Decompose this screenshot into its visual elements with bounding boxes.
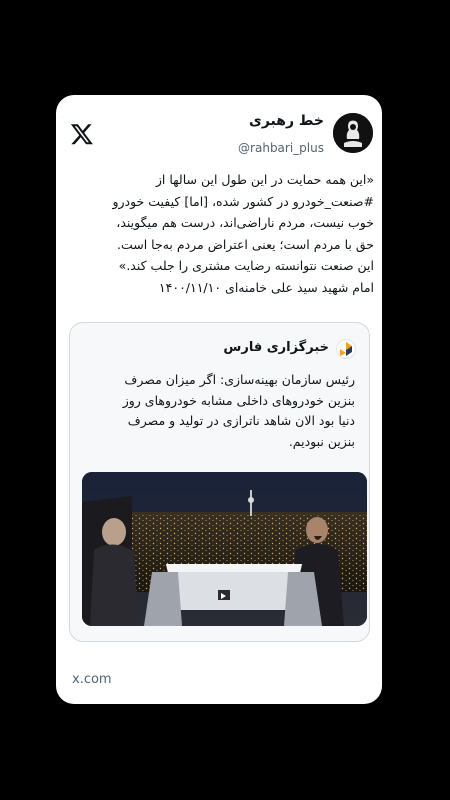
quoted-media[interactable] [82, 472, 367, 626]
tweet-text-line: امام شهید سید علی خامنه‌ای ۱۴۰۰/۱۱/۱۰ [158, 279, 374, 295]
quoted-text: رئیس سازمان بهینه‌سازی: اگر میزان مصرف ب… [78, 370, 355, 452]
quoted-source-name[interactable]: خبرگزاری فارس [223, 340, 329, 355]
tweet-card[interactable]: خط رهبری @rahbari_plus «این همه حمایت در… [56, 95, 382, 704]
tweet-text-line: خوب نیست، مردم ناراضی‌اند، درست هم میگوی… [116, 215, 374, 230]
tweet-text-line: حق با مردم است؛ یعنی اعتراض مردم به‌جا ا… [116, 236, 374, 252]
quoted-text-line: رئیس سازمان بهینه‌سازی: اگر میزان مصرف [124, 372, 355, 387]
tweet-text-line: #صنعت_خودرو در کشور شده، [اما] کیفیت خود… [112, 193, 374, 209]
display-name[interactable]: خط رهبری [249, 113, 324, 129]
quoted-tweet[interactable]: خبرگزاری فارس رئیس سازمان بهینه‌سازی: اگ… [69, 322, 370, 642]
quoted-text-line: بنزین نبودیم. [288, 433, 355, 449]
fars-news-logo-icon[interactable] [336, 339, 356, 359]
tweet-text-line: «این همه حمایت در این طول این سالها از [155, 172, 374, 187]
x-logo-icon[interactable] [70, 122, 94, 146]
quoted-text-line: دنیا بود الان شاهد ناترازی در تولید و مص… [127, 413, 355, 428]
user-handle[interactable]: @rahbari_plus [238, 141, 324, 155]
avatar-image [333, 113, 373, 153]
source-link[interactable]: x.com [72, 672, 112, 687]
tweet-text: «این همه حمایت در این طول این سالها از #… [64, 169, 374, 298]
quoted-text-line: بنزین خودروهای داخلی مشابه خودروهای روز [122, 392, 355, 408]
avatar[interactable] [333, 113, 373, 153]
tweet-text-line: این صنعت نتوانسته رضایت مشتری را جلب کند… [118, 258, 374, 273]
tv-interview-image [82, 472, 367, 626]
